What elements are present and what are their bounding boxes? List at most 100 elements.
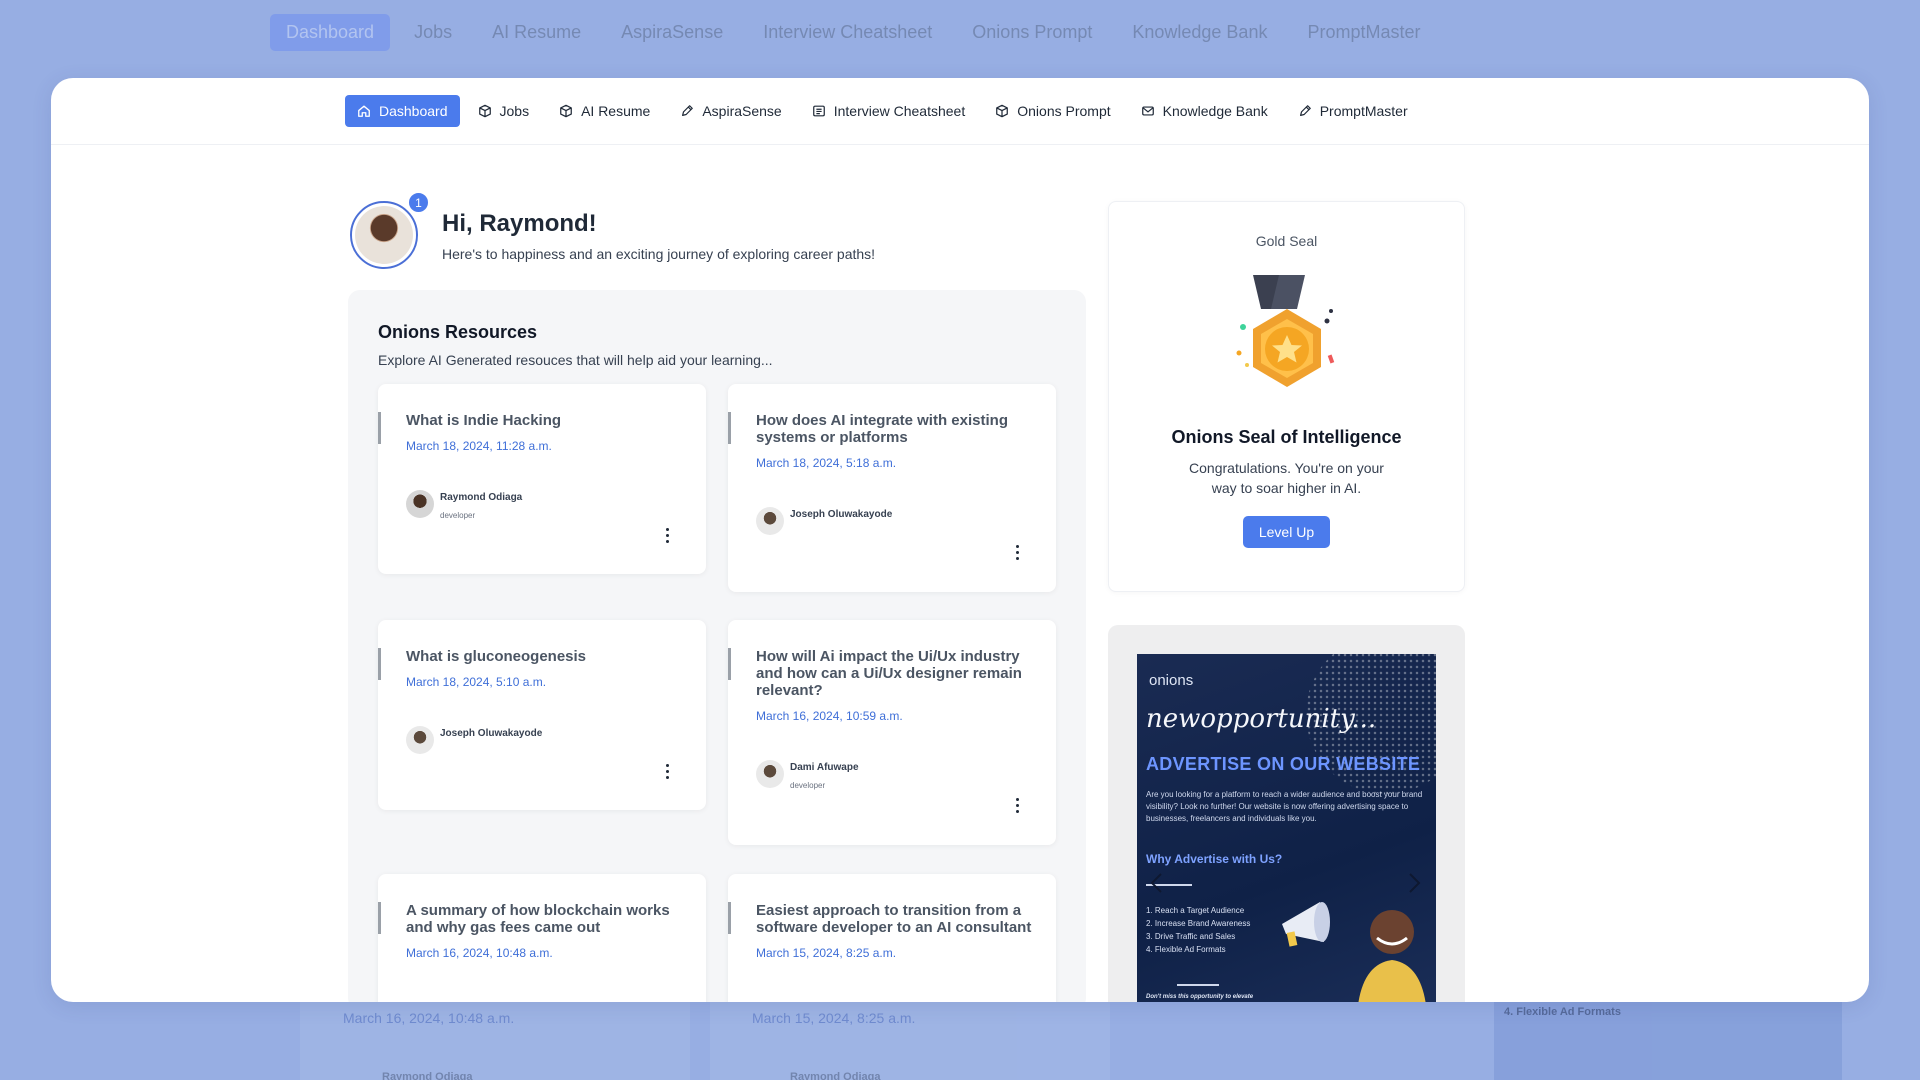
nav-item-label: AI Resume: [581, 103, 651, 119]
resource-card[interactable]: How does AI integrate with existing syst…: [728, 384, 1056, 592]
resource-card[interactable]: What is Indie Hacking March 18, 2024, 11…: [378, 384, 706, 574]
author-role: developer: [790, 781, 826, 790]
author-name: Dami Afuwape: [790, 762, 859, 773]
nav-item-ai-resume[interactable]: AI Resume: [547, 95, 662, 127]
ad-carousel: onions newopportunity... ADVERTISE ON OU…: [1108, 625, 1465, 1002]
author-name: Joseph Oluwakayode: [790, 509, 893, 520]
card-accent-bar: [728, 902, 731, 934]
card-accent-bar: [378, 648, 381, 680]
nav-item-knowledge-bank[interactable]: Knowledge Bank: [1129, 95, 1280, 127]
ad-logo: onions: [1149, 672, 1194, 689]
bg-nav-label: PromptMaster: [1307, 22, 1421, 42]
bg-nav-label: Onions Prompt: [972, 22, 1093, 42]
bg-author-right: Raymond Odiaga: [790, 1071, 881, 1080]
cube-icon: [478, 104, 492, 118]
ad-body: Are you looking for a platform to reach …: [1146, 790, 1423, 823]
author-name: Raymond Odiaga: [440, 492, 523, 503]
ad-footer: Don't miss this opportunity to elevate: [1146, 994, 1254, 1000]
card-title[interactable]: A summary of how blockchain works and wh…: [406, 902, 682, 936]
resource-card[interactable]: What is gluconeogenesis March 18, 2024, …: [378, 620, 706, 810]
cube-icon: [995, 104, 1009, 118]
avatar-image: [355, 206, 413, 264]
pen-icon: [1298, 104, 1312, 118]
nav-item-interview-cheatsheet[interactable]: Interview Cheatsheet: [800, 95, 978, 127]
nav-item-aspirasense[interactable]: AspiraSense: [668, 95, 793, 127]
bg-nav-ai-resume: AI Resume: [476, 14, 597, 51]
bg-nav-label: AI Resume: [492, 22, 582, 42]
ad-footer-divider: [1177, 984, 1219, 986]
nav-item-label: Dashboard: [379, 103, 448, 119]
ad-benefit: 3. Drive Traffic and Sales: [1146, 932, 1236, 941]
resource-card[interactable]: How will Ai impact the Ui/Ux industry an…: [728, 620, 1056, 845]
card-date: March 18, 2024, 11:28 a.m.: [406, 439, 552, 453]
author-info: Joseph Oluwakayode: [440, 726, 542, 739]
card-date: March 18, 2024, 5:10 a.m.: [406, 675, 547, 689]
bg-ad: 4. Flexible Ad Formats: [1494, 1000, 1842, 1080]
ad-subheadline: ADVERTISE ON OUR WEBSITE: [1146, 754, 1421, 774]
bg-nav-label: AspiraSense: [621, 22, 724, 42]
card-title[interactable]: How will Ai impact the Ui/Ux industry an…: [756, 648, 1032, 699]
bg-nav-aspirasense: AspiraSense: [605, 14, 739, 51]
card-title[interactable]: Easiest approach to transition from a so…: [756, 902, 1032, 936]
level-up-button[interactable]: Level Up: [1242, 516, 1331, 548]
ad-banner[interactable]: onions newopportunity... ADVERTISE ON OU…: [1137, 654, 1436, 1002]
author-info: Joseph Oluwakayode: [790, 507, 892, 520]
resource-card[interactable]: Easiest approach to transition from a so…: [728, 874, 1056, 1002]
bg-date-left: March 16, 2024, 10:48 a.m.: [343, 1010, 515, 1026]
avatar[interactable]: [350, 201, 418, 269]
background-nav: Dashboard Jobs AI Resume AspiraSense Int…: [270, 14, 1437, 51]
seal-label: Gold Seal: [1255, 233, 1318, 249]
greeting-subtitle: Here's to happiness and an exciting jour…: [442, 246, 876, 262]
resources-panel: Onions Resources Explore AI Generated re…: [348, 290, 1086, 1002]
nav-item-label: Onions Prompt: [1017, 103, 1111, 119]
bg-nav-interview: Interview Cheatsheet: [747, 14, 948, 51]
bg-nav-knowledge: Knowledge Bank: [1116, 14, 1283, 51]
nav-item-dashboard[interactable]: Dashboard: [345, 95, 460, 127]
greeting: 1 Hi, Raymond! Here's to happiness and a…: [350, 191, 875, 271]
nav-item-label: AspiraSense: [702, 103, 782, 119]
bg-nav-dashboard: Dashboard: [270, 14, 391, 51]
nav-item-label: PromptMaster: [1319, 103, 1408, 119]
card-date: March 16, 2024, 10:59 a.m.: [756, 709, 903, 723]
nav-item-onions-prompt[interactable]: Onions Prompt: [983, 95, 1122, 127]
chevron-left-icon[interactable]: [1149, 872, 1163, 894]
cube-icon: [559, 104, 573, 118]
megaphone-icon: [1272, 894, 1342, 954]
bg-nav-label: Knowledge Bank: [1132, 22, 1268, 42]
ad-benefit: 2. Increase Brand Awareness: [1146, 919, 1251, 928]
pen-icon: [680, 104, 694, 118]
chevron-right-icon[interactable]: [1408, 872, 1422, 894]
bg-nav-onions-prompt: Onions Prompt: [956, 14, 1108, 51]
card-accent-bar: [728, 412, 731, 444]
card-date: March 16, 2024, 10:48 a.m.: [406, 946, 553, 960]
card-title[interactable]: What is gluconeogenesis: [406, 648, 682, 665]
ad-why-title: Why Advertise with Us?: [1146, 852, 1283, 866]
author-avatar: [406, 726, 434, 754]
user-avatar-container[interactable]: 1: [350, 191, 430, 271]
more-options-icon[interactable]: [1016, 545, 1020, 560]
more-options-icon[interactable]: [666, 764, 670, 779]
bg-nav-jobs: Jobs: [398, 14, 468, 51]
card-title[interactable]: What is Indie Hacking: [406, 412, 682, 429]
card-author: Dami Afuwape developer: [756, 760, 859, 790]
nav-item-promptmaster[interactable]: PromptMaster: [1286, 95, 1420, 127]
author-avatar: [756, 507, 784, 535]
nav-item-label: Interview Cheatsheet: [833, 103, 966, 119]
seal-title: Onions Seal of Intelligence: [1171, 427, 1402, 447]
author-avatar: [406, 490, 434, 518]
greeting-text: Hi, Raymond! Here's to happiness and an …: [442, 210, 875, 262]
author-name: Joseph Oluwakayode: [440, 728, 543, 739]
person-image: [1347, 894, 1436, 1002]
card-accent-bar: [378, 902, 381, 934]
notification-badge[interactable]: 1: [407, 191, 430, 214]
seal-card: Gold Seal Onions Seal of Intelligence Co…: [1108, 201, 1465, 592]
bg-nav-promptmaster: PromptMaster: [1291, 14, 1436, 51]
card-title[interactable]: How does AI integrate with existing syst…: [756, 412, 1032, 446]
card-accent-bar: [728, 648, 731, 680]
nav-item-jobs[interactable]: Jobs: [466, 95, 542, 127]
resource-card[interactable]: A summary of how blockchain works and wh…: [378, 874, 706, 1002]
ad-headline: newopportunity...: [1146, 704, 1377, 734]
card-date: March 18, 2024, 5:18 a.m.: [756, 456, 897, 470]
more-options-icon[interactable]: [666, 528, 670, 543]
more-options-icon[interactable]: [1016, 798, 1020, 813]
